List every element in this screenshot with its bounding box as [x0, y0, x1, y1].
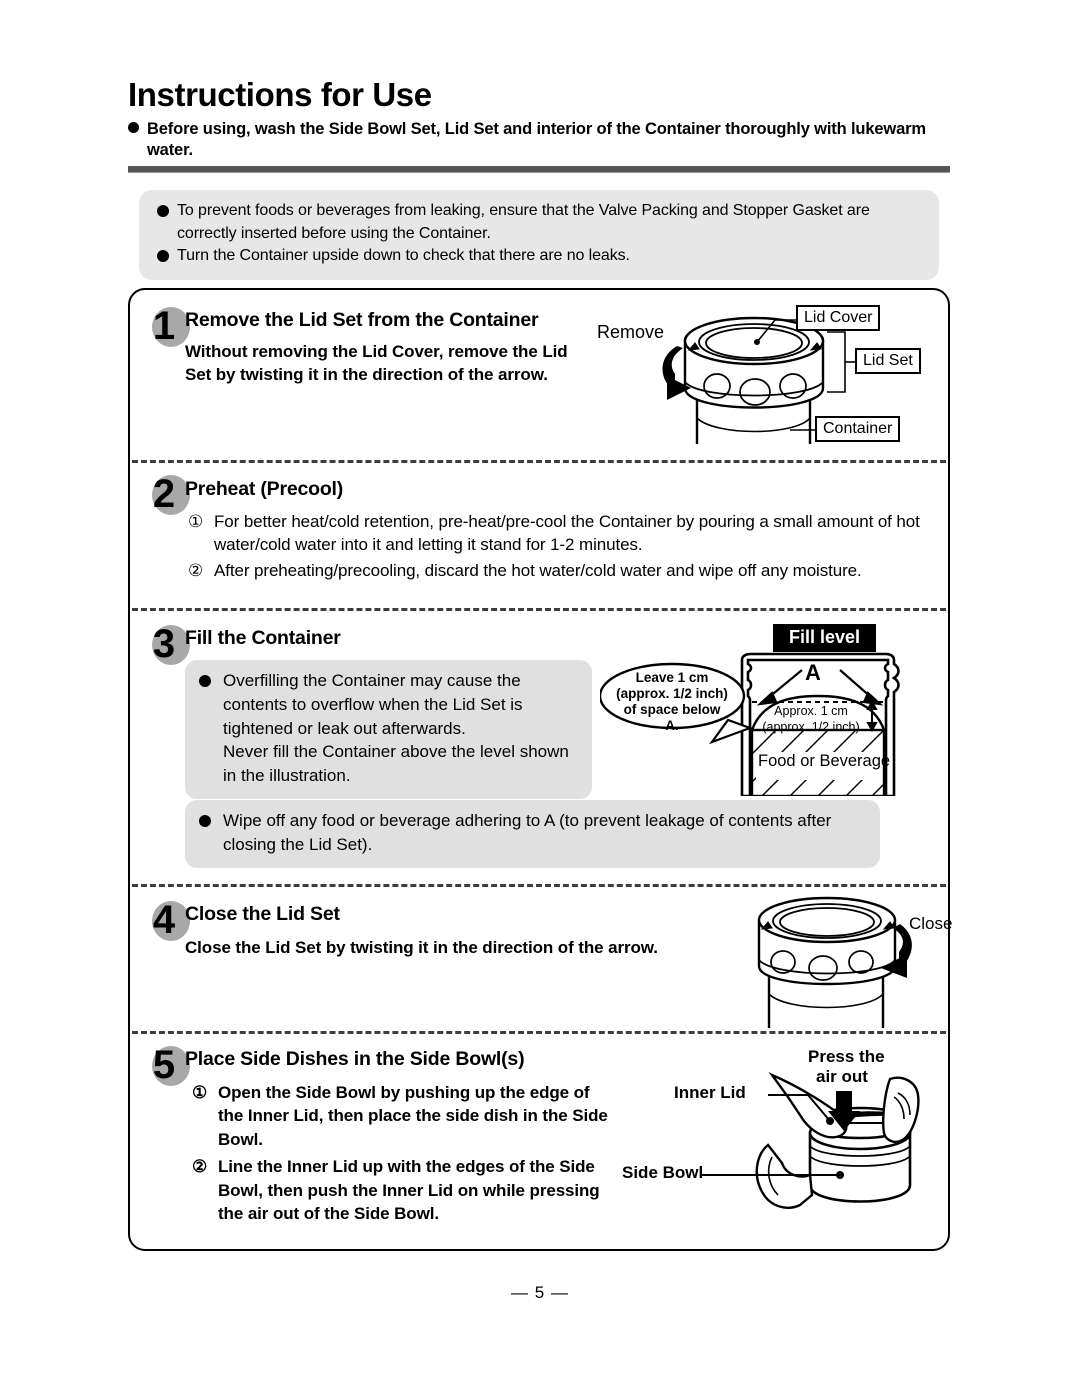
step-2-list: ① For better heat/cold retention, pre-he… — [188, 510, 928, 584]
intro-note: Before using, wash the Side Bowl Set, Li… — [128, 119, 952, 163]
container-lid-closing-svg — [757, 896, 912, 1028]
callout-line: (approx. 1/2 inch) — [616, 685, 728, 701]
close-label: Close — [909, 914, 953, 933]
side-bowl-illustration: Press the air out Inner Lid Side Bowl — [622, 1035, 950, 1235]
header-divider — [128, 166, 950, 173]
fill-level-illustration: Fill level A Leave 1 cm (approx. 1/2 inc… — [600, 624, 945, 796]
fill-callout: Leave 1 cm (approx. 1/2 inch) of space b… — [606, 670, 738, 734]
step-number-digit: 5 — [152, 1043, 176, 1087]
step-1-title: Remove the Lid Set from the Container — [185, 309, 539, 331]
gap-dimension-label: Approx. 1 cm (approx. 1/2 inch) — [755, 704, 867, 735]
step-5: 5 Place Side Dishes in the Side Bowl(s) … — [130, 1033, 948, 1251]
step-3-title: Fill the Container — [185, 627, 341, 649]
step-4-body: Close the Lid Set by twisting it in the … — [185, 938, 658, 957]
inner-lid-label: Inner Lid — [674, 1083, 746, 1102]
list-item-text: After preheating/precooling, discard the… — [214, 560, 862, 580]
step-3-note-box-1: Overfilling the Container may cause the … — [185, 660, 592, 799]
list-item: ② Line the Inner Lid up with the edges o… — [192, 1155, 612, 1225]
note-line-text: Overfilling the Container may cause the … — [223, 671, 569, 786]
list-marker: ② — [188, 560, 204, 580]
container-lid-closing-illustration: Close — [735, 890, 952, 1030]
list-item-text: Open the Side Bowl by pushing up the edg… — [218, 1083, 608, 1149]
callout-line: A. — [665, 717, 679, 733]
note-line-text: Wipe off any food or beverage adhering t… — [223, 811, 832, 854]
container-label: Container — [815, 416, 901, 443]
level-a-label: A — [805, 660, 821, 685]
page-header: Instructions for Use Before using, wash … — [128, 76, 952, 163]
list-marker: ① — [188, 512, 204, 531]
gap-line: Approx. 1 cm — [774, 704, 848, 718]
caution-line-text: To prevent foods or beverages from leaki… — [177, 202, 870, 242]
caution-line-text: Turn the Container upside down to check … — [177, 247, 630, 265]
list-marker: ① — [192, 1083, 208, 1102]
note-line: Overfilling the Container may cause the … — [197, 669, 578, 788]
list-item: ① Open the Side Bowl by pushing up the e… — [192, 1081, 612, 1151]
contents-label: Food or Beverage — [758, 752, 891, 770]
callout-line: Leave 1 cm — [635, 670, 709, 685]
container-lid-removal-illustration: Remove Lid Cover Lid Set Container — [597, 296, 945, 456]
step-number-digit: 2 — [152, 472, 176, 516]
press-label-2: air out — [816, 1067, 868, 1086]
note-line: Wipe off any food or beverage adhering t… — [197, 809, 866, 857]
page-title: Instructions for Use — [128, 76, 432, 113]
step-4: 4 Close the Lid Set Close the Lid Set by… — [130, 886, 952, 1031]
step-5-title: Place Side Dishes in the Side Bowl(s) — [185, 1048, 525, 1070]
step-3: 3 Fill the Container Overfilling the Con… — [130, 610, 948, 884]
list-item-text: Line the Inner Lid up with the edges of … — [218, 1157, 600, 1224]
press-label: Press the — [808, 1047, 885, 1066]
step-5-list: ① Open the Side Bowl by pushing up the e… — [192, 1081, 612, 1228]
caution-box: To prevent foods or beverages from leaki… — [139, 190, 939, 281]
step-3-note-box-2: Wipe off any food or beverage adhering t… — [185, 800, 880, 868]
caution-line: To prevent foods or beverages from leaki… — [153, 200, 925, 245]
intro-note-text: Before using, wash the Side Bowl Set, Li… — [147, 119, 926, 160]
side-bowl-svg — [700, 1072, 920, 1209]
gap-line: (approx. 1/2 inch) — [762, 719, 860, 734]
side-bowl-label: Side Bowl — [622, 1163, 704, 1182]
list-item: ② After preheating/precooling, discard t… — [188, 559, 928, 582]
list-item-text: For better heat/cold retention, pre-heat… — [214, 512, 920, 555]
instructions-panel: 1 Remove the Lid Set from the Container … — [128, 288, 952, 1251]
step-number-digit: 1 — [152, 304, 176, 348]
bullet-icon — [199, 815, 211, 827]
step-2-title: Preheat (Precool) — [185, 478, 344, 500]
bullet-icon — [128, 121, 139, 133]
step-number-digit: 4 — [152, 898, 176, 942]
list-item: ① For better heat/cold retention, pre-he… — [188, 510, 928, 557]
callout-line: of space below — [623, 701, 721, 717]
manual-page: Instructions for Use Before using, wash … — [0, 0, 1080, 1397]
step-number-digit: 3 — [152, 622, 176, 666]
step-1-body: Without removing the Lid Cover, remove t… — [185, 342, 568, 385]
lid-set-label: Lid Set — [855, 348, 921, 375]
remove-label: Remove — [597, 322, 665, 342]
step-4-title: Close the Lid Set — [185, 903, 340, 925]
step-1: 1 Remove the Lid Set from the Container … — [130, 290, 948, 460]
step-2: 2 Preheat (Precool) ① For better heat/co… — [130, 462, 948, 608]
lid-cover-label: Lid Cover — [796, 305, 881, 332]
bullet-icon — [157, 205, 169, 217]
bullet-icon — [157, 250, 169, 263]
list-marker: ② — [192, 1157, 208, 1177]
page-footer: — 5 — — [511, 1283, 569, 1302]
caution-line: Turn the Container upside down to check … — [153, 245, 925, 268]
bullet-icon — [199, 675, 211, 687]
